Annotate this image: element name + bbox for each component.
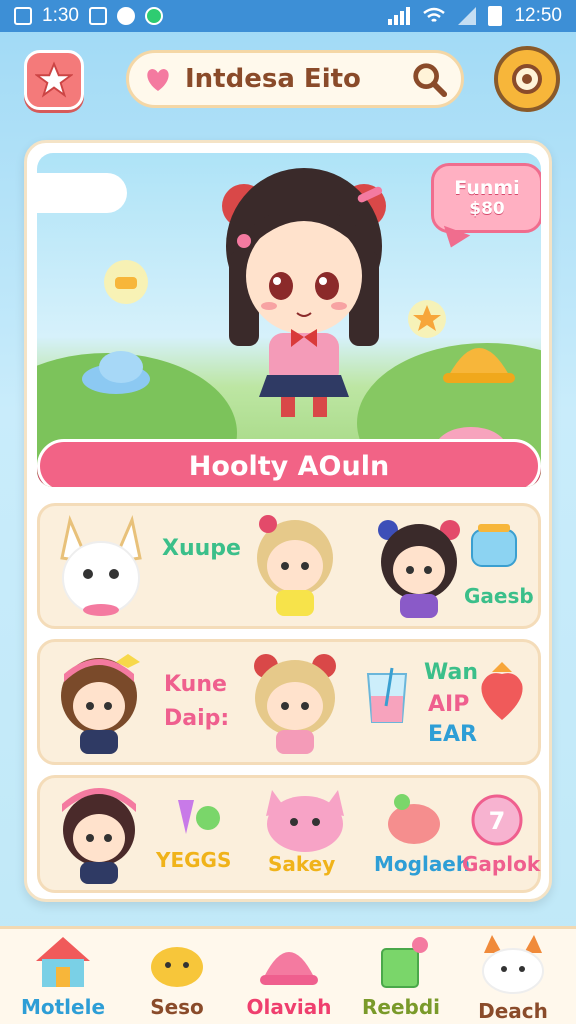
blonde-bun-character[interactable] [250, 648, 340, 758]
battery-icon [488, 6, 503, 26]
badge-seven-icon[interactable]: 7 [468, 792, 526, 848]
row2-label-4: AIP [428, 692, 470, 717]
bubble-title: Funmi [454, 177, 520, 199]
food-icon [104, 260, 148, 304]
row1-label-2: Gaesb [464, 584, 534, 608]
media-icon [88, 7, 107, 25]
sparkle-star-icon [408, 300, 446, 338]
item-row-1: Xuupe Gaesb [37, 503, 541, 629]
cell-icon [458, 7, 477, 25]
chick-icon [151, 947, 203, 987]
jar-icon[interactable] [464, 520, 524, 570]
nav-item-home[interactable]: Motlele [8, 933, 118, 1024]
gear-icon [512, 64, 542, 94]
dark-hair-character[interactable] [376, 512, 462, 622]
cake-icon[interactable] [384, 792, 444, 848]
top-bar: Intdesa Eito [0, 40, 576, 120]
row2-label-5: EAR [428, 722, 477, 747]
row3-label-2: Sakey [268, 852, 336, 876]
heart-icon [141, 62, 175, 96]
notification-icon [14, 7, 32, 25]
hat-icon [82, 351, 150, 394]
bell-icon [260, 952, 318, 985]
settings-button[interactable] [494, 46, 560, 112]
blonde-character[interactable] [252, 512, 338, 622]
signal-icon [388, 7, 411, 25]
gift-bag-icon [381, 937, 428, 988]
status-time-right: 12:50 [514, 5, 562, 26]
house-icon [36, 937, 90, 987]
item-row-3: YEGGS Sakey Moglaeh 7 Gaplok [37, 775, 541, 893]
bell-hat-icon [443, 348, 515, 383]
hero-panel: Funmi $80 Hoolty AOuln [37, 153, 541, 487]
price-bubble[interactable]: Funmi $80 [431, 163, 541, 233]
character-name: Hoolty AOuln [188, 450, 390, 482]
main-card: Funmi $80 Hoolty AOuln Xuupe Gaesb Kune … [24, 140, 552, 902]
candy-icon[interactable] [164, 794, 230, 840]
row3-label-1: YEGGS [156, 848, 232, 872]
character-main[interactable] [219, 161, 389, 423]
row3-label-4: Gaplok [462, 852, 541, 876]
search-bar[interactable]: Intdesa Eito [126, 50, 464, 108]
row3-label-3: Moglaeh [374, 852, 471, 876]
search-icon[interactable] [409, 59, 449, 99]
nav-label-home: Motlele [20, 995, 106, 1019]
nav-item-friends[interactable]: Deach [458, 933, 568, 1024]
strawberry-icon[interactable] [474, 660, 530, 724]
row2-label-3: Wan [424, 660, 478, 685]
nav-item-pets[interactable]: Seso [122, 933, 232, 1024]
cloud-decor [37, 173, 127, 213]
music-icon [144, 7, 163, 25]
messenger-icon [116, 7, 135, 25]
wifi-icon [423, 7, 446, 22]
status-bar: 1:30 12:50 [0, 0, 576, 32]
status-time-left: 1:30 [42, 5, 79, 26]
item-row-2: Kune Daip: Wan AIP EAR [37, 639, 541, 765]
nav-label-shop: Olaviah [246, 995, 332, 1019]
row2-label-1: Kune [164, 672, 227, 697]
search-title: Intdesa Eito [185, 64, 361, 94]
creature-icon [482, 935, 544, 994]
pink-cat-pet[interactable] [260, 782, 350, 852]
bottom-nav: Motlele Seso Olaviah Reebdi Deach [0, 926, 576, 1024]
bubble-price: $80 [469, 199, 505, 219]
nav-label-rewards: Reebdi [361, 995, 441, 1019]
pink-hat-character[interactable] [56, 782, 142, 888]
character-name-banner[interactable]: Hoolty AOuln [37, 439, 541, 487]
nav-item-shop[interactable]: Olaviah [234, 933, 344, 1024]
nav-label-pets: Seso [150, 995, 204, 1019]
svg-text:7: 7 [489, 807, 506, 835]
nav-label-friends: Deach [478, 999, 548, 1023]
brown-hair-character[interactable] [56, 648, 142, 758]
star-icon [35, 61, 73, 98]
bunny-pet[interactable] [58, 512, 144, 622]
drink-glass-icon[interactable] [362, 666, 422, 726]
row2-label-2: Daip: [164, 706, 230, 731]
row1-label-1: Xuupe [162, 536, 241, 561]
nav-item-rewards[interactable]: Reebdi [346, 933, 456, 1024]
favorites-button[interactable] [24, 50, 84, 110]
